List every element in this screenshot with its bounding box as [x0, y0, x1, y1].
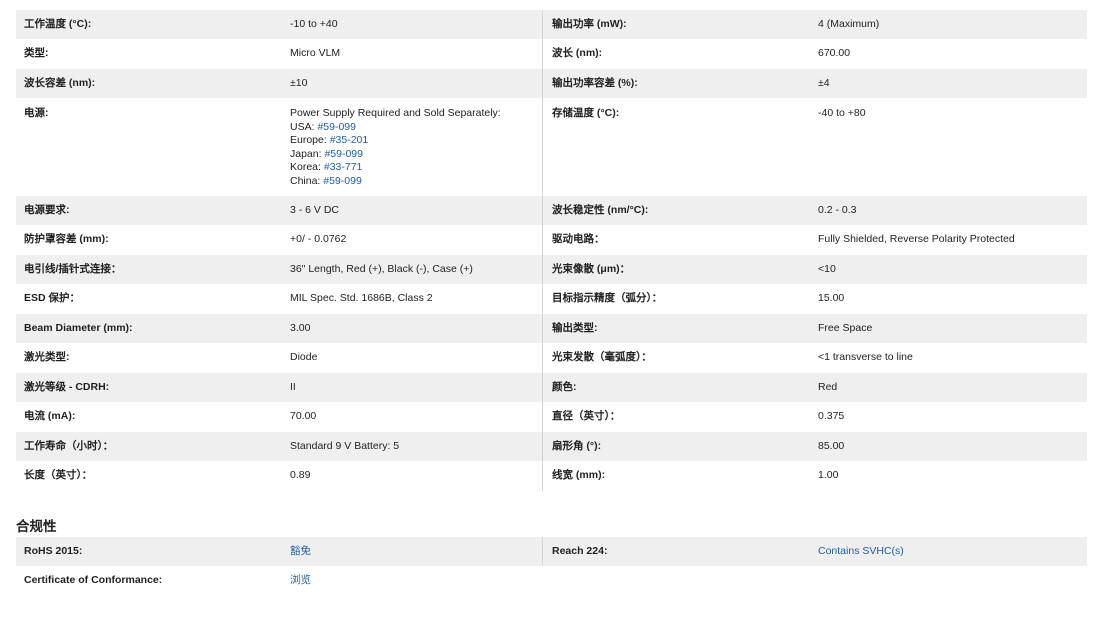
power-region: Korea:: [290, 161, 324, 174]
compliance-row: Certificate of Conformance: 浏览: [16, 566, 1087, 596]
spec-value: 85.00: [818, 439, 845, 452]
spec-value: 4 (Maximum): [818, 17, 880, 30]
spec-row: 电引线/插针式连接： 36" Length, Red (+), Black (-…: [16, 255, 1087, 284]
spec-value: Diode: [282, 343, 543, 373]
spec-label: ESD 保护：: [24, 292, 81, 305]
spec-row: 电源: Power Supply Required and Sold Separ…: [16, 98, 1087, 196]
spec-value: Standard 9 V Battery: 5: [282, 432, 543, 461]
part-number-link[interactable]: #59-099: [324, 148, 363, 160]
spec-label: 输出功率 (mW):: [552, 17, 627, 30]
spec-value: 36" Length, Red (+), Black (-), Case (+): [282, 255, 543, 284]
spec-row: 长度（英寸）： 0.89 线宽 (mm): 1.00: [16, 461, 1087, 491]
compliance-row: RoHS 2015: 豁免 Reach 224: Contains SVHC(s…: [16, 537, 1087, 566]
part-number-link[interactable]: #35-201: [330, 134, 369, 146]
spec-row: ESD 保护： MIL Spec. Std. 1686B, Class 2 目标…: [16, 284, 1087, 314]
spec-row: Beam Diameter (mm): 3.00 输出类型: Free Spac…: [16, 314, 1087, 343]
spec-label: 输出功率容差 (%):: [552, 76, 638, 89]
spec-value: 3.00: [282, 314, 543, 343]
spec-row: 防护罩容差 (mm): +0/ - 0.0762 驱动电路： Fully Shi…: [16, 225, 1087, 255]
spec-value: II: [282, 373, 543, 402]
power-region: Europe:: [290, 134, 330, 147]
spec-value: Fully Shielded, Reverse Polarity Protect…: [818, 233, 1015, 246]
spec-label: 电引线/插针式连接：: [24, 262, 122, 275]
part-number-link[interactable]: #59-099: [323, 175, 362, 187]
spec-label: 存储温度 (°C):: [552, 107, 620, 119]
power-region: Japan:: [290, 147, 325, 160]
spec-label: 输出类型:: [552, 321, 598, 334]
compliance-label: RoHS 2015:: [24, 544, 83, 557]
power-option: USA: #59-099: [290, 121, 542, 135]
spec-label: 波长容差 (nm):: [24, 76, 96, 89]
spec-value: 3 - 6 V DC: [282, 196, 543, 225]
spec-value: <10: [818, 262, 836, 275]
spec-row: 激光类型: Diode 光束发散（毫弧度）： <1 transverse to …: [16, 343, 1087, 373]
spec-row: 工作寿命（小时）： Standard 9 V Battery: 5 扇形角 (°…: [16, 432, 1087, 461]
spec-value: 0.375: [818, 410, 845, 423]
spec-value: 15.00: [818, 292, 845, 305]
spec-label: Beam Diameter (mm):: [24, 321, 133, 334]
spec-value: -10 to +40: [282, 10, 543, 39]
spec-label: 光束像散 (μm)：: [552, 262, 631, 275]
spec-value: 0.89: [282, 461, 543, 491]
view-certificate-link[interactable]: 浏览: [282, 574, 543, 588]
spec-row: 类型: Micro VLM 波长 (nm): 670.00: [16, 39, 1087, 69]
spec-value: +0/ - 0.0762: [282, 225, 543, 255]
power-supply-note: Power Supply Required and Sold Separatel…: [290, 107, 501, 119]
spec-label: 激光类型:: [24, 351, 70, 364]
spec-label: 线宽 (mm):: [552, 469, 606, 482]
spec-label: 防护罩容差 (mm):: [24, 233, 109, 246]
spec-label: 光束发散（毫弧度）：: [552, 351, 652, 364]
spec-value: 1.00: [818, 469, 839, 482]
spec-row: 电源要求: 3 - 6 V DC 波长稳定性 (nm/°C): 0.2 - 0.…: [16, 196, 1087, 225]
spec-label: 颜色:: [552, 380, 577, 393]
spec-value: MIL Spec. Std. 1686B, Class 2: [282, 284, 543, 314]
spec-label: 波长稳定性 (nm/°C):: [552, 203, 649, 216]
power-option: China: #59-099: [290, 175, 542, 189]
spec-value: 670.00: [818, 47, 851, 60]
reach-svhc-link[interactable]: Contains SVHC(s): [809, 545, 1087, 559]
spec-value: 0.2 - 0.3: [818, 203, 857, 216]
part-number-link[interactable]: #33-771: [324, 161, 363, 173]
compliance-label: Certificate of Conformance:: [24, 574, 163, 587]
spec-value: ±4: [818, 76, 830, 89]
spec-value: Micro VLM: [282, 39, 543, 69]
rohs-exempt-link[interactable]: 豁免: [282, 537, 543, 566]
spec-value: 70.00: [282, 402, 543, 432]
power-option: Japan: #59-099: [290, 148, 542, 162]
spec-label: 电源要求:: [24, 203, 70, 216]
spec-label: 电流 (mA):: [24, 410, 76, 423]
spec-value: ±10: [282, 69, 543, 98]
spec-row: 电流 (mA): 70.00 直径（英寸）： 0.375: [16, 402, 1087, 432]
spec-label: 工作寿命（小时）：: [24, 439, 114, 452]
power-option: Korea: #33-771: [290, 161, 542, 175]
compliance-heading: 合规性: [16, 519, 57, 534]
spec-label: 扇形角 (°):: [552, 439, 602, 452]
spec-label: 目标指示精度（弧分）：: [552, 292, 663, 305]
spec-label: 电源:: [24, 107, 49, 119]
spec-row: 激光等级 - CDRH: II 颜色: Red: [16, 373, 1087, 402]
spec-row: 工作温度 (°C): -10 to +40 输出功率 (mW): 4 (Maxi…: [16, 10, 1087, 39]
part-number-link[interactable]: #59-099: [317, 121, 356, 133]
power-region: USA:: [290, 120, 318, 133]
power-option: Europe: #35-201: [290, 134, 542, 148]
spec-label: 驱动电路：: [552, 233, 605, 246]
specifications-table: 工作温度 (°C): -10 to +40 输出功率 (mW): 4 (Maxi…: [16, 10, 1087, 491]
spec-row: 波长容差 (nm): ±10 输出功率容差 (%): ±4: [16, 69, 1087, 98]
compliance-label: Reach 224:: [552, 544, 608, 557]
power-supply-value: Power Supply Required and Sold Separatel…: [282, 98, 543, 196]
spec-label: 波长 (nm):: [552, 47, 603, 60]
spec-value: <1 transverse to line: [818, 351, 913, 364]
spec-value: Red: [818, 380, 838, 393]
spec-value: Free Space: [818, 321, 873, 334]
compliance-table: RoHS 2015: 豁免 Reach 224: Contains SVHC(s…: [16, 537, 1087, 596]
spec-label: 直径（英寸）：: [552, 410, 621, 423]
spec-label: 长度（英寸）：: [24, 469, 93, 482]
spec-label: 工作温度 (°C):: [24, 17, 92, 30]
spec-label: 激光等级 - CDRH:: [24, 380, 110, 393]
spec-label: 类型:: [24, 47, 49, 60]
power-region: China:: [290, 174, 324, 187]
spec-value: -40 to +80: [818, 107, 866, 119]
